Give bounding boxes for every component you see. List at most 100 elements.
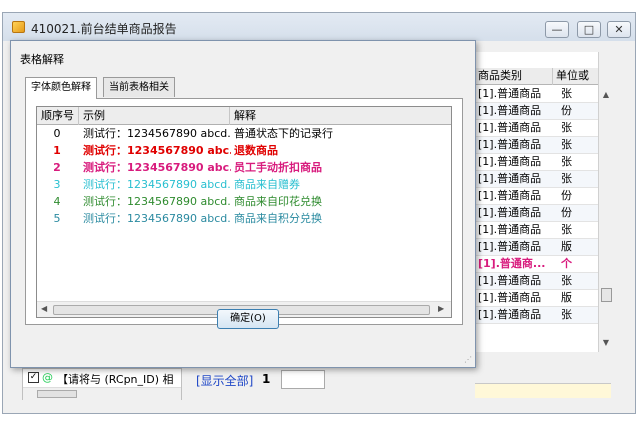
tab-panel: 顺序号 示例 解释 0 测试行：1234567890 abcd... 普通状态下的记… (25, 98, 463, 325)
grid-cell-unit: 张 (561, 274, 572, 287)
grid-cell-category: [1].普通商... (478, 257, 545, 270)
grid-cell-unit: 个 (561, 257, 572, 270)
list-cell-description: 普通状态下的记录行 (234, 127, 333, 140)
column-header-no[interactable]: 顺序号 (37, 107, 79, 125)
grid-cell-category: [1].普通商品 (478, 121, 542, 134)
grid-cell-category: [1].普通商品 (478, 138, 542, 151)
list-item[interactable]: 0 测试行：1234567890 abcd... 普通状态下的记录行 (37, 126, 451, 143)
list-cell-no: 5 (53, 212, 61, 225)
list-cell-description: 员工手动折扣商品 (234, 161, 322, 174)
color-legend-list[interactable]: 顺序号 示例 解释 0 测试行：1234567890 abcd... 普通状态下的记… (36, 106, 452, 318)
record-count: 1 (262, 372, 271, 386)
scroll-left-icon[interactable]: ◀ (41, 304, 47, 313)
list-cell-example: 测试行：1234567890 abc... (83, 144, 231, 157)
grid-cell-unit: 张 (561, 87, 572, 100)
grid-cell-category: [1].普通商品 (478, 87, 542, 100)
app-icon (12, 21, 25, 33)
dialog-title: 表格解释 (20, 53, 64, 66)
list-cell-no: 1 (53, 144, 61, 157)
list-item[interactable]: 1 测试行：1234567890 abc... 退数商品 (37, 143, 451, 160)
grid-row[interactable]: [1].普通商品 张 (475, 171, 611, 188)
filter-rule-list[interactable]: ✓ @ 【请将与 (RCpn_ID) 相 (22, 368, 182, 400)
list-cell-example: 测试行：1234567890 abcd... (83, 212, 231, 225)
rule-at-icon: @ (42, 371, 53, 384)
list-cell-description: 退数商品 (234, 144, 278, 157)
grid-row[interactable]: [1].普通商品 张 (475, 307, 611, 324)
window-title: 410021.前台结单商品报告 (31, 22, 177, 36)
grid-cell-category: [1].普通商品 (478, 206, 542, 219)
grid-cell-category: [1].普通商品 (478, 291, 542, 304)
list-item[interactable]: 5 测试行：1234567890 abcd... 商品来自积分兑换 (37, 211, 451, 228)
list-cell-no: 3 (53, 178, 61, 191)
grid-row[interactable]: [1].普通商品 张 (475, 86, 611, 103)
rule-horizontal-scrollbar[interactable] (23, 387, 181, 400)
grid-row[interactable]: [1].普通商品 份 (475, 205, 611, 222)
grid-row[interactable]: [1].普通商品 张 (475, 273, 611, 290)
report-grid-header: 商品类别 单位或 (475, 68, 611, 85)
list-cell-no: 0 (53, 127, 61, 140)
grid-cell-unit: 张 (561, 223, 572, 236)
scroll-thumb[interactable] (601, 288, 612, 302)
grid-cell-category: [1].普通商品 (478, 240, 542, 253)
summary-row (475, 383, 611, 398)
tab-current-table[interactable]: 当前表格相关 (103, 77, 175, 97)
minimize-button[interactable]: — (545, 21, 569, 38)
column-header-description[interactable]: 解释 (230, 107, 451, 125)
grid-cell-category: [1].普通商品 (478, 172, 542, 185)
grid-cell-category: [1].普通商品 (478, 189, 542, 202)
grid-cell-category: [1].普通商品 (478, 155, 542, 168)
resize-grip-icon[interactable]: ⋰ (464, 355, 472, 364)
rule-text[interactable]: 【请将与 (RCpn_ID) 相 (57, 371, 177, 387)
grid-cell-unit: 份 (561, 104, 572, 117)
column-header-category[interactable]: 商品类别 (475, 68, 553, 85)
list-cell-description: 商品来自积分兑换 (234, 212, 322, 225)
grid-cell-unit: 张 (561, 138, 572, 151)
list-item[interactable]: 4 测试行：1234567890 abcd... 商品来自印花兑换 (37, 194, 451, 211)
maximize-button[interactable]: □ (577, 21, 601, 38)
count-input[interactable] (281, 370, 325, 389)
list-item[interactable]: 2 测试行：1234567890 abc... 员工手动折扣商品 (37, 160, 451, 177)
scroll-up-icon[interactable]: ▲ (599, 88, 613, 102)
grid-row[interactable]: [1].普通商品 张 (475, 137, 611, 154)
grid-cell-unit: 版 (561, 240, 572, 253)
grid-vertical-scrollbar[interactable]: ▲ ▼ (598, 52, 613, 352)
titlebar: 410021.前台结单商品报告 — □ ✕ (3, 13, 635, 41)
grid-cell-category: [1].普通商品 (478, 308, 542, 321)
grid-row[interactable]: [1].普通商品 版 (475, 290, 611, 307)
grid-cell-unit: 份 (561, 189, 572, 202)
grid-row[interactable]: [1].普通商... 个 (475, 256, 611, 273)
rule-checkbox[interactable]: ✓ (28, 372, 39, 383)
list-cell-example: 测试行：1234567890 abcd... (83, 195, 231, 208)
list-cell-example: 测试行：1234567890 abcd... (83, 127, 231, 140)
scroll-right-icon[interactable]: ▶ (438, 304, 444, 313)
grid-cell-unit: 版 (561, 291, 572, 304)
report-grid[interactable]: 商品类别 单位或 [1].普通商品张 [1].普通商品份 [1].普通商品张 [1].… (474, 52, 611, 398)
list-cell-no: 2 (53, 161, 61, 174)
grid-cell-unit: 张 (561, 155, 572, 168)
show-all-link[interactable]: [显示全部] (196, 372, 253, 389)
list-cell-description: 商品来自赠券 (234, 178, 300, 191)
list-header: 顺序号 示例 解释 (37, 107, 451, 125)
grid-cell-unit: 张 (561, 308, 572, 321)
scroll-down-icon[interactable]: ▼ (599, 336, 613, 350)
grid-cell-unit: 份 (561, 206, 572, 219)
grid-row[interactable]: [1].普通商品 份 (475, 188, 611, 205)
close-button[interactable]: ✕ (607, 21, 631, 38)
grid-cell-category: [1].普通商品 (478, 104, 542, 117)
grid-row[interactable]: [1].普通商品 版 (475, 239, 611, 256)
tab-font-color[interactable]: 字体颜色解释 (25, 77, 97, 99)
column-header-example[interactable]: 示例 (79, 107, 230, 125)
grid-row[interactable]: [1].普通商品 张 (475, 154, 611, 171)
grid-row[interactable]: [1].普通商品 份 (475, 103, 611, 120)
list-cell-no: 4 (53, 195, 61, 208)
grid-row[interactable]: [1].普通商品 张 (475, 120, 611, 137)
grid-row[interactable]: [1].普通商品 张 (475, 222, 611, 239)
list-item[interactable]: 3 测试行：1234567890 abcd... 商品来自赠券 (37, 177, 451, 194)
scroll-thumb[interactable] (37, 390, 77, 398)
table-explanation-dialog: 表格解释 字体颜色解释 当前表格相关 顺序号 示例 解释 0 测试行：123456… (10, 40, 476, 368)
grid-cell-unit: 张 (561, 121, 572, 134)
list-cell-example: 测试行：1234567890 abc... (83, 161, 231, 174)
list-cell-example: 测试行：1234567890 abcd... (83, 178, 231, 191)
grid-cell-unit: 张 (561, 172, 572, 185)
ok-button[interactable]: 确定(O) (217, 309, 279, 329)
